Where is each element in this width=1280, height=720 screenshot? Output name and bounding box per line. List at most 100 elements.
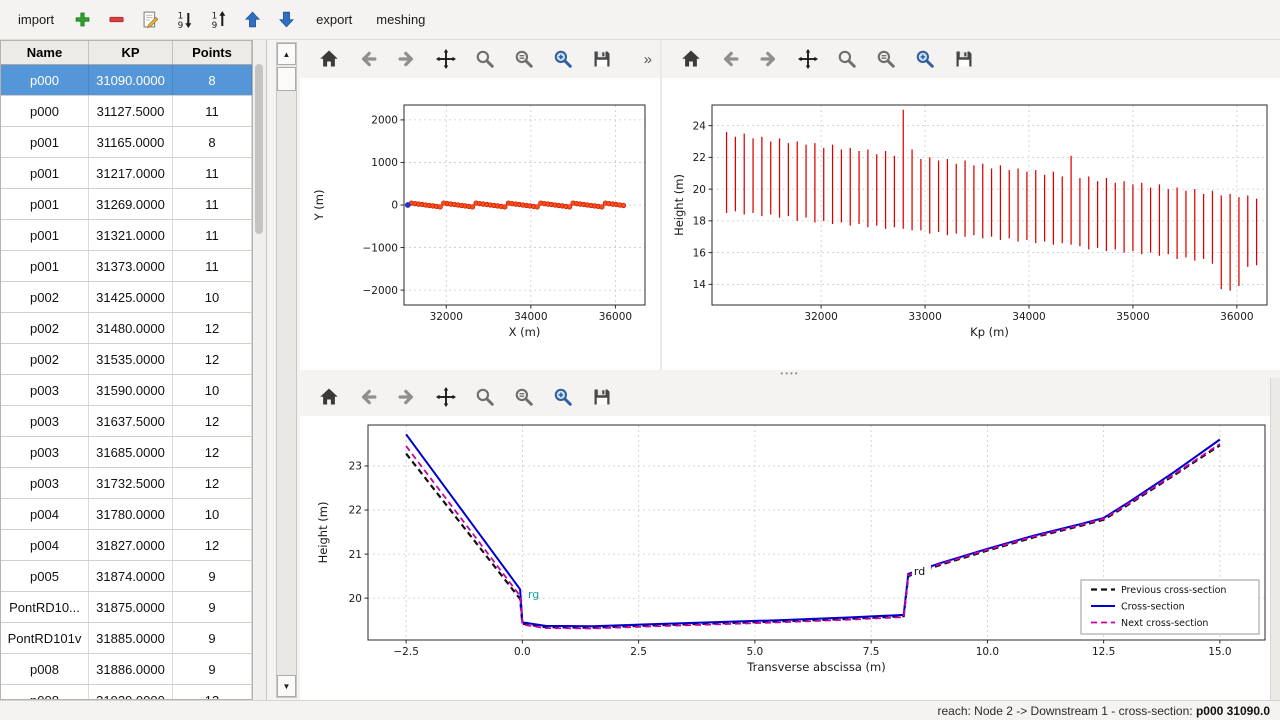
cross-sections-table: NameKPPoints p00031090.00008p00031127.50…	[0, 40, 253, 700]
table-row[interactable]: p00831929.000013	[1, 685, 252, 700]
scroll-up-button[interactable]	[277, 43, 296, 65]
mpl-back-button[interactable]	[353, 382, 383, 412]
mpl-pan-button[interactable]	[793, 44, 823, 74]
table-cell: 31165.0000	[89, 127, 173, 157]
sort-ascending-button[interactable]: 19	[170, 5, 200, 35]
save-icon	[954, 49, 974, 69]
table-row[interactable]: p00331685.000012	[1, 437, 252, 468]
column-header-points[interactable]: Points	[173, 41, 252, 64]
table-cell: 31127.5000	[89, 96, 173, 126]
table-row[interactable]: p00431780.000010	[1, 499, 252, 530]
mpl-save-button[interactable]	[587, 382, 617, 412]
mpl-zoom-button[interactable]	[470, 382, 500, 412]
mpl-pan-button[interactable]	[431, 382, 461, 412]
table-cell: 11	[173, 189, 252, 219]
table-row[interactable]: PontRD101v31885.00009	[1, 623, 252, 654]
right-scrollbar[interactable]	[1270, 378, 1280, 700]
table-cell: p001	[1, 251, 89, 281]
table-row[interactable]: p00131217.000011	[1, 158, 252, 189]
svg-text:15.0: 15.0	[1208, 646, 1231, 658]
table-cell: 10	[173, 499, 252, 529]
table-row[interactable]: p00131321.000011	[1, 220, 252, 251]
plan-view-plot[interactable]: 320003400036000−2000−1000010002000X (m)Y…	[300, 78, 660, 370]
table-cell: p002	[1, 344, 89, 374]
forward-icon	[397, 49, 417, 69]
mpl-customize-button[interactable]	[509, 44, 539, 74]
toolbar-overflow-icon[interactable]: »	[644, 51, 654, 68]
svg-text:5.0: 5.0	[747, 646, 764, 658]
table-row[interactable]: PontRD10...31875.00009	[1, 592, 252, 623]
sort-descending-button[interactable]: 19	[204, 5, 234, 35]
table-row[interactable]: p00031090.00008	[1, 65, 252, 96]
mpl-zoom-rect-button[interactable]	[910, 44, 940, 74]
svg-text:33000: 33000	[908, 311, 941, 323]
mpl-home-button[interactable]	[314, 382, 344, 412]
mpl-customize-button[interactable]	[509, 382, 539, 412]
mpl-home-button[interactable]	[676, 44, 706, 74]
table-cell: 10	[173, 375, 252, 405]
table-row[interactable]: p00131269.000011	[1, 189, 252, 220]
mpl-zoom-rect-button[interactable]	[548, 382, 578, 412]
cross-section-plot[interactable]: −2.50.02.55.07.510.012.515.020212223Tran…	[300, 416, 1270, 700]
table-row[interactable]: p00231425.000010	[1, 282, 252, 313]
table-row[interactable]: p00331732.500012	[1, 468, 252, 499]
svg-text:32000: 32000	[804, 311, 837, 323]
move-up-button[interactable]	[238, 5, 268, 35]
column-header-kp[interactable]: KP	[89, 41, 173, 64]
scroll-down-button[interactable]	[277, 675, 296, 697]
mpl-home-button[interactable]	[314, 44, 344, 74]
mpl-pan-button[interactable]	[431, 44, 461, 74]
import-button[interactable]: import	[8, 7, 64, 32]
panel-scrollbar-thumb[interactable]	[277, 67, 296, 91]
mpl-forward-button[interactable]	[392, 44, 422, 74]
table-row[interactable]: p00331637.500012	[1, 406, 252, 437]
table-row[interactable]: p00231535.000012	[1, 344, 252, 375]
table-row[interactable]: p00431827.000012	[1, 530, 252, 561]
table-row[interactable]: p00031127.500011	[1, 96, 252, 127]
horizontal-splitter[interactable]	[300, 370, 1280, 378]
table-row[interactable]: p00231480.000012	[1, 313, 252, 344]
mpl-back-button[interactable]	[715, 44, 745, 74]
zoom-rect-icon	[915, 49, 935, 69]
table-row[interactable]: p00331590.000010	[1, 375, 252, 406]
table-cell: 31780.0000	[89, 499, 173, 529]
panel-scrollbar[interactable]	[276, 42, 297, 698]
mpl-customize-button[interactable]	[871, 44, 901, 74]
table-cell: 13	[173, 685, 252, 700]
svg-text:12.5: 12.5	[1092, 646, 1115, 658]
table-cell: PontRD10...	[1, 592, 89, 622]
mpl-forward-button[interactable]	[392, 382, 422, 412]
table-row[interactable]: p00131373.000011	[1, 251, 252, 282]
table-scrollbar[interactable]	[253, 40, 267, 700]
svg-text:32000: 32000	[430, 311, 463, 323]
add-cross-section-button[interactable]	[68, 5, 98, 35]
mpl-save-button[interactable]	[587, 44, 617, 74]
longitudinal-profile-panel: 3200033000340003500036000141618202224Kp …	[662, 40, 1280, 370]
table-cell: 31373.0000	[89, 251, 173, 281]
mpl-forward-button[interactable]	[754, 44, 784, 74]
move-down-button[interactable]	[272, 5, 302, 35]
mpl-zoom-button[interactable]	[470, 44, 500, 74]
svg-text:20: 20	[693, 184, 706, 196]
edit-cross-section-button[interactable]	[136, 5, 166, 35]
table-scrollbar-thumb[interactable]	[255, 64, 263, 234]
meshing-button[interactable]: meshing	[366, 7, 435, 32]
table-cell: p001	[1, 189, 89, 219]
svg-text:22: 22	[349, 505, 362, 517]
back-icon	[358, 49, 378, 69]
column-header-name[interactable]: Name	[1, 41, 89, 64]
longitudinal-profile-plot[interactable]: 3200033000340003500036000141618202224Kp …	[662, 78, 1280, 370]
export-button[interactable]: export	[306, 7, 362, 32]
longitudinal-profile-toolbar	[662, 40, 1280, 78]
mpl-save-button[interactable]	[949, 44, 979, 74]
pan-icon	[436, 49, 456, 69]
table-row[interactable]: p00831886.00009	[1, 654, 252, 685]
table-cell: p002	[1, 313, 89, 343]
mpl-zoom-rect-button[interactable]	[548, 44, 578, 74]
cross-section-panel: −2.50.02.55.07.510.012.515.020212223Tran…	[300, 378, 1270, 700]
mpl-back-button[interactable]	[353, 44, 383, 74]
mpl-zoom-button[interactable]	[832, 44, 862, 74]
remove-cross-section-button[interactable]	[102, 5, 132, 35]
table-row[interactable]: p00531874.00009	[1, 561, 252, 592]
table-row[interactable]: p00131165.00008	[1, 127, 252, 158]
